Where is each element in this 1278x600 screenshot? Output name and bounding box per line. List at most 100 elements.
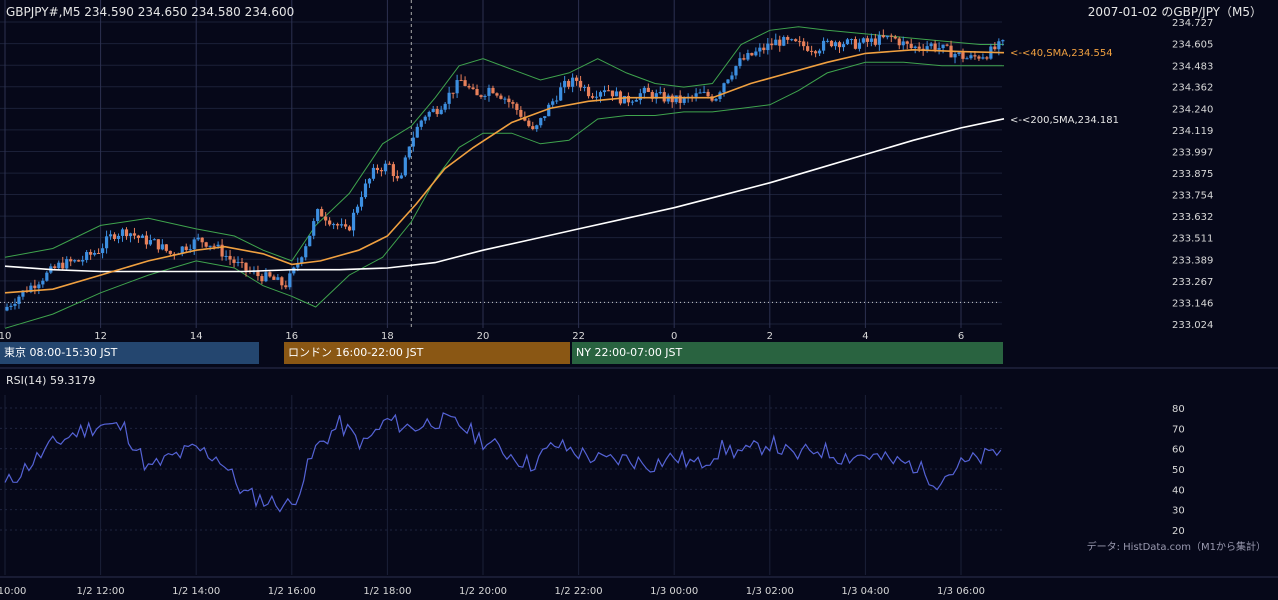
time-tick-label: 16 [285,331,298,342]
candle-body [646,87,650,92]
candle-body [929,43,933,47]
candle-body [993,46,997,50]
candle-body [316,209,320,222]
candle-body [359,197,364,207]
candle-body [403,157,407,176]
rsi-tick-label: 30 [1172,506,1185,517]
candle-body [17,296,21,304]
rsi-tick-label: 50 [1172,465,1185,476]
candle-body [280,277,284,286]
candle-body [89,252,93,255]
candle-body [893,36,897,39]
candle-body [399,175,403,179]
candle-body [483,95,487,97]
candle-body [821,40,826,51]
candle-body [507,98,511,103]
candle-body [774,39,778,46]
rsi-line [4,412,1002,513]
candles [5,29,1005,312]
time-tick-label: 12 [94,331,107,342]
candle-body [463,80,467,86]
session-london: ロンドン 16:00-22:00 JST [284,342,570,364]
time-tick-label: 4 [862,331,868,342]
candle-body [511,102,515,104]
price-tick-label: 233.267 [1172,277,1213,288]
candle-body [363,183,368,198]
candle-body [375,167,380,171]
candle-body [750,53,754,56]
candle-body [347,226,352,231]
candle-body [766,43,770,51]
candle-body [841,44,846,48]
candle-body [415,126,419,138]
candle-body [503,98,507,100]
bottom-time-tick-label: 1/3 00:00 [650,586,698,597]
candle-body [276,277,280,280]
candle-body [387,163,391,165]
candle-body [981,57,985,59]
candle-body [379,170,384,172]
candle-body [77,260,81,262]
candle-body [937,48,941,50]
candle-body [555,100,559,102]
candle-body [268,272,272,277]
candle-body [746,53,750,60]
candle-body [527,120,531,127]
sma40-label: <-<40,SMA,234.554 [1010,48,1113,59]
candle-body [479,95,483,97]
candle-body [128,233,133,237]
time-tick-label: 10 [0,331,11,342]
candle-body [586,86,591,97]
candle-body [188,249,192,251]
candle-body [889,35,893,37]
candle-body [100,248,105,254]
grid [0,0,1278,578]
candle-body [519,109,523,117]
bottom-time-tick-label: 1/2 14:00 [172,586,220,597]
candle-body [320,209,324,217]
candle-body [232,259,236,263]
session-tokyo: 東京 08:00-15:30 JST [0,342,259,364]
candle-body [140,235,145,238]
candle-body [535,125,539,130]
candle-body [590,96,595,98]
candle-body [670,95,674,103]
candle-body [487,87,491,96]
time-tick-label: 2 [767,331,773,342]
bottom-time-tick-label: 1/3 06:00 [937,586,985,597]
candle-body [411,137,415,147]
candle-body [881,35,885,38]
candle-body [802,41,806,47]
rsi-panel: 80 70 60 50 40 30 20 [0,404,1185,537]
candle-body [288,273,292,288]
bottom-time-tick-label: 1/2 12:00 [77,586,125,597]
candle-body [471,87,475,90]
candle-body [391,164,395,177]
candle-body [706,91,710,97]
rsi-tick-label: 80 [1172,404,1185,415]
candle-body [260,276,264,282]
candle-body [790,39,794,41]
candle-body [758,47,762,52]
price-tick-label: 233.997 [1172,147,1213,158]
candle-body [236,261,240,263]
candle-body [614,91,619,97]
candle-body [551,101,555,105]
candle-body [563,80,567,88]
candle-body [168,250,172,254]
candle-body [849,39,854,41]
candle-body [734,66,738,76]
candle-body [324,216,328,221]
candle-body [427,111,431,117]
candle-body [782,37,786,46]
chart-canvas: 234.727 234.605 234.483 234.362 234.240 234.1… [0,0,1278,597]
candle-body [367,178,372,184]
candle-body [328,220,332,225]
candle-body [407,146,411,158]
candle-body [853,39,858,49]
candle-body [108,234,113,237]
candle-body [897,38,901,46]
candle-body [256,271,260,277]
bottom-time-tick-label: 1/3 02:00 [746,586,794,597]
candle-body [877,35,881,45]
